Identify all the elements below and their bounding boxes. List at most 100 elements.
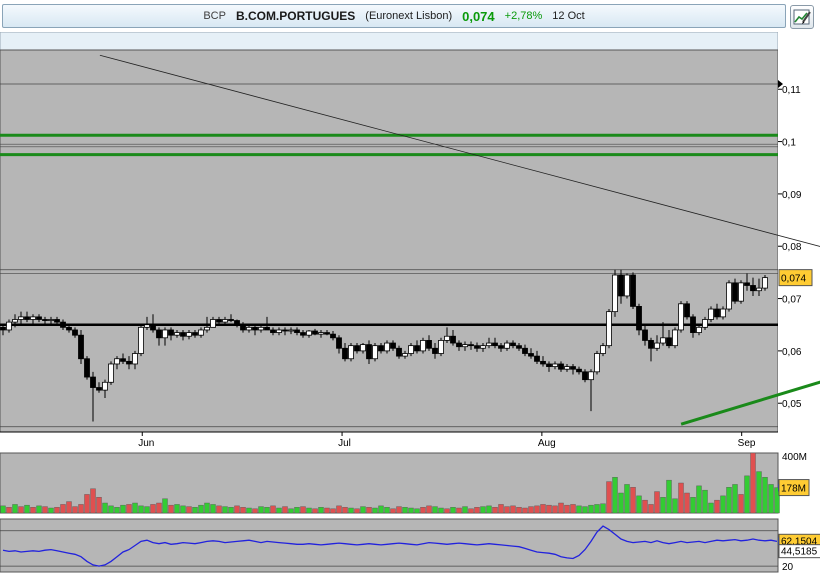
instrument-header: BCP B.COM.PORTUGUES (Euronext Lisbon) 0,… — [2, 4, 786, 28]
candle-body — [588, 371, 594, 381]
volume-bar — [84, 494, 90, 514]
candle-body — [168, 329, 174, 336]
volume-bar — [60, 504, 66, 514]
volume-bar — [168, 504, 174, 514]
volume-bar — [264, 507, 270, 514]
candle-body — [426, 340, 432, 349]
volume-bar — [330, 508, 336, 514]
volume-bar — [690, 497, 696, 514]
candle-body — [192, 332, 198, 336]
x-tick-label: Jul — [338, 438, 351, 449]
volume-bar — [402, 507, 408, 514]
candle-body — [120, 358, 126, 362]
candle-body — [510, 342, 516, 347]
volume-bar — [78, 504, 84, 514]
candle-body — [378, 345, 384, 352]
last-price: 0,074 — [462, 8, 495, 24]
volume-bar — [618, 492, 624, 514]
candle-body — [60, 321, 66, 328]
candle-body — [744, 282, 750, 286]
candle-body — [534, 355, 540, 362]
candle-body — [714, 308, 720, 318]
candle-body — [474, 345, 480, 349]
volume-bar — [594, 504, 600, 514]
volume-bar — [384, 507, 390, 514]
price-tick-label: 0,11 — [782, 85, 801, 96]
candle-body — [126, 360, 132, 365]
candle-body — [708, 308, 714, 320]
candle-body — [576, 368, 582, 373]
candle-body — [252, 326, 258, 331]
price-panel-header — [0, 32, 779, 51]
oscillator-plot-background — [0, 518, 779, 573]
volume-bar — [714, 499, 720, 514]
volume-bar — [90, 488, 96, 514]
volume-bar — [522, 507, 528, 514]
chart-pencil-icon — [793, 9, 811, 25]
volume-bar — [162, 498, 168, 514]
candle-body — [132, 353, 138, 365]
volume-bar — [474, 507, 480, 514]
chart-settings-button[interactable] — [790, 5, 814, 29]
volume-bar — [768, 484, 774, 514]
volume-tick-label: 400M — [782, 452, 807, 463]
volume-bar — [480, 506, 486, 514]
candle-body — [186, 332, 192, 337]
volume-bar — [300, 506, 306, 514]
candle-body — [468, 344, 474, 347]
x-tick-label: Jun — [138, 438, 154, 449]
candle-body — [150, 324, 156, 331]
candle-body — [648, 340, 654, 349]
volume-bar — [456, 507, 462, 514]
volume-bar — [30, 507, 36, 514]
last-volume-tag-label: 178M — [781, 484, 806, 495]
candle-body — [480, 345, 486, 349]
volume-bar — [126, 504, 132, 514]
candle-body — [0, 326, 6, 331]
candle-body — [348, 345, 354, 360]
volume-bar — [660, 497, 666, 514]
price-change: +2,78% — [504, 10, 543, 22]
volume-bar — [558, 502, 564, 514]
candle-body — [336, 337, 342, 349]
volume-bar — [534, 505, 540, 514]
candle-body — [528, 353, 534, 357]
candle-body — [444, 335, 450, 341]
candle-body — [204, 326, 210, 331]
candle-body — [492, 342, 498, 347]
candle-body — [432, 347, 438, 354]
volume-bar — [24, 504, 30, 514]
candle-body — [12, 319, 18, 323]
candle-body — [450, 335, 456, 344]
volume-bar — [54, 507, 60, 514]
candle-body — [606, 311, 612, 347]
volume-bar — [282, 506, 288, 514]
volume-bar — [336, 505, 342, 514]
volume-bar — [174, 504, 180, 514]
volume-bar — [294, 507, 300, 514]
volume-bar — [240, 507, 246, 514]
volume-bar — [606, 481, 612, 514]
volume-bar — [624, 484, 630, 514]
volume-bar — [654, 491, 660, 514]
volume-bar — [576, 505, 582, 514]
volume-bar — [438, 507, 444, 514]
candle-body — [174, 332, 180, 336]
volume-bar — [210, 504, 216, 514]
volume-bar — [564, 504, 570, 514]
candle-body — [18, 316, 24, 320]
volume-bar — [270, 505, 276, 514]
candle-body — [522, 347, 528, 354]
volume-bar — [204, 502, 210, 514]
volume-bar — [306, 507, 312, 514]
volume-bar — [708, 502, 714, 514]
candle-body — [630, 274, 636, 307]
candle-body — [264, 326, 270, 331]
candle-body — [300, 332, 306, 336]
candle-body — [90, 376, 96, 388]
candle-body — [558, 363, 564, 370]
volume-bar — [498, 504, 504, 514]
volume-bar — [96, 497, 102, 514]
candle-body — [594, 353, 600, 373]
candle-body — [162, 329, 168, 339]
